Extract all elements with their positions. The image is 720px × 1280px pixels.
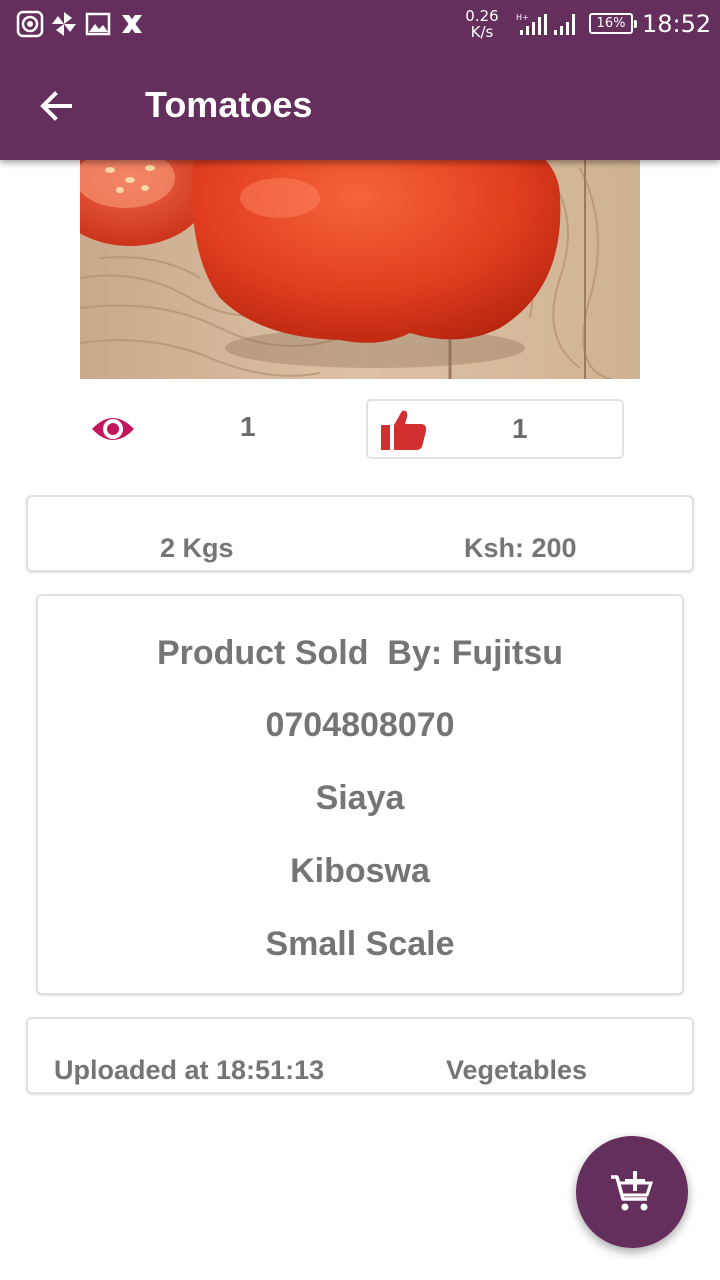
add-to-cart-icon bbox=[611, 1171, 654, 1211]
signal-icon: H+ bbox=[516, 13, 547, 35]
seller-name: Product Sold By: Fujitsu bbox=[156, 634, 564, 672]
thumbs-up-icon bbox=[381, 410, 427, 450]
network-speed-value: 0.26 bbox=[465, 7, 499, 25]
eye-icon bbox=[92, 418, 134, 440]
like-button[interactable]: 1 bbox=[366, 399, 624, 459]
battery-icon: 16% bbox=[589, 13, 637, 34]
category-label: Vegetables bbox=[446, 1055, 588, 1085]
seller-scale: Small Scale bbox=[265, 925, 455, 963]
seller-town: Kiboswa bbox=[290, 852, 430, 890]
x-app-icon bbox=[122, 15, 142, 33]
app-bar: Tomatoes bbox=[0, 50, 720, 160]
network-speed-unit: K/s bbox=[470, 23, 494, 41]
seller-county: Siaya bbox=[315, 779, 405, 817]
screen-record-icon bbox=[16, 10, 44, 38]
page-title: Tomatoes bbox=[145, 84, 313, 125]
likes-count: 1 bbox=[512, 413, 528, 444]
battery-level: 16% bbox=[596, 16, 626, 31]
product-image bbox=[80, 158, 640, 379]
upload-info-card: Uploaded at 18:51:13 Vegetables bbox=[26, 1017, 694, 1094]
seller-card: Product Sold By: Fujitsu 0704808070 Siay… bbox=[36, 594, 684, 995]
quantity-price-card: 2 Kgs Ksh: 200 bbox=[26, 495, 694, 572]
status-bar: 0.26 K/s H+ 16% 18:52 bbox=[0, 0, 720, 50]
price-label: Ksh: 200 bbox=[464, 533, 577, 563]
image-icon bbox=[85, 12, 111, 36]
clock: 18:52 bbox=[642, 10, 712, 38]
svg-text:H+: H+ bbox=[516, 13, 529, 22]
upload-time: Uploaded at 18:51:13 bbox=[54, 1055, 325, 1085]
views-count: 1 bbox=[240, 411, 256, 442]
arrow-left-icon bbox=[40, 91, 72, 121]
seller-phone: 0704808070 bbox=[265, 706, 455, 744]
signal-icon-secondary bbox=[554, 14, 575, 35]
views-counter: 1 bbox=[90, 405, 290, 455]
back-button[interactable] bbox=[30, 80, 82, 132]
network-speed: 0.26 K/s bbox=[462, 8, 502, 40]
quantity-label: 2 Kgs bbox=[160, 533, 234, 563]
pinwheel-icon bbox=[52, 12, 76, 36]
add-to-cart-button[interactable] bbox=[576, 1136, 688, 1248]
